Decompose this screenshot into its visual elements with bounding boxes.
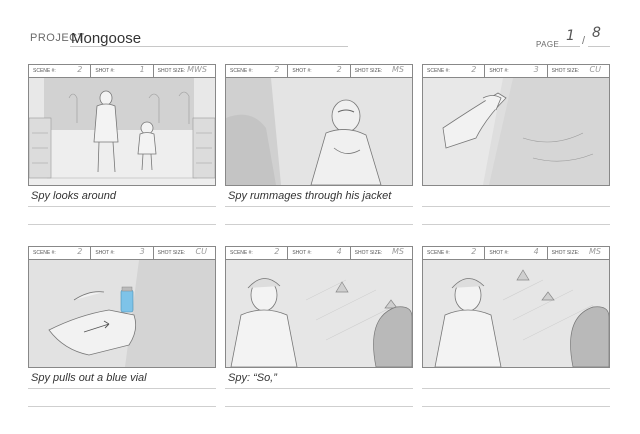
- shot-field: SHOT #: 4: [288, 247, 351, 259]
- panel-frame: SCENE #: 2 SHOT #: 3 SHOT SIZE: CU: [28, 246, 216, 368]
- page-current-underline: [558, 46, 580, 47]
- caption-line: [422, 206, 610, 207]
- shot-size-field: SHOT SIZE: MS: [354, 247, 404, 256]
- panel-frame: SCENE #: 2 SHOT #: 1 SHOT SIZE: MWS: [28, 64, 216, 186]
- panel-sketch: [29, 78, 215, 185]
- shot-size-value: CU: [589, 65, 601, 74]
- shot-size-value: MS: [589, 247, 601, 256]
- sketch-hand-in-jacket: [423, 78, 609, 185]
- panel-frame: SCENE #: 2 SHOT #: 4 SHOT SIZE: MS: [225, 246, 413, 368]
- shot-value: 4: [336, 247, 342, 256]
- caption-line: [422, 406, 610, 407]
- panel-meta-bar: SCENE #: 2 SHOT #: 1 SHOT SIZE: MWS: [29, 65, 215, 78]
- caption-line: [225, 206, 413, 207]
- panel-meta-bar: SCENE #: 2 SHOT #: 3 SHOT SIZE: CU: [29, 247, 215, 260]
- shot-field: SHOT #: 4: [485, 247, 548, 259]
- scene-value: 2: [274, 247, 280, 256]
- sketch-spy-speaking: [226, 260, 412, 367]
- scene-field: SCENE #: 2: [29, 65, 92, 77]
- storyboard-panel-6: SCENE #: 2 SHOT #: 4 SHOT SIZE: MS: [422, 246, 610, 407]
- storyboard-panel-1: SCENE #: 2 SHOT #: 1 SHOT SIZE: MWS Spy …: [28, 64, 216, 225]
- panel-sketch: [226, 78, 412, 185]
- shot-value: 3: [139, 247, 145, 256]
- panel-sketch: [423, 78, 609, 185]
- project-underline: [70, 46, 348, 47]
- scene-value: 2: [77, 65, 83, 74]
- shot-value: 2: [336, 65, 342, 74]
- shot-field: SHOT #: 1: [91, 65, 154, 77]
- project-name: Mongoose: [71, 30, 142, 47]
- shot-size-field: SHOT SIZE: MWS: [157, 65, 207, 74]
- shot-size-value: MS: [392, 247, 404, 256]
- panel-frame: SCENE #: 2 SHOT #: 3 SHOT SIZE: CU: [422, 64, 610, 186]
- panel-frame: SCENE #: 2 SHOT #: 4 SHOT SIZE: MS: [422, 246, 610, 368]
- sketch-shop-scene: [29, 78, 215, 185]
- scene-value: 2: [471, 65, 477, 74]
- caption-line: [225, 224, 413, 225]
- scene-field: SCENE #: 2: [423, 247, 486, 259]
- panel-caption: Spy pulls out a blue vial: [31, 372, 147, 384]
- shot-size-field: SHOT SIZE: CU: [157, 247, 207, 256]
- shot-value: 3: [533, 65, 539, 74]
- panel-frame: SCENE #: 2 SHOT #: 2 SHOT SIZE: MS: [225, 64, 413, 186]
- storyboard-panel-4: SCENE #: 2 SHOT #: 3 SHOT SIZE: CU Spy pull…: [28, 246, 216, 407]
- panel-sketch: [29, 260, 215, 367]
- page-current: 1: [566, 28, 575, 44]
- panel-caption: Spy: “So,”: [228, 372, 277, 384]
- scene-field: SCENE #: 2: [423, 65, 486, 77]
- scene-value: 2: [77, 247, 83, 256]
- sketch-spy-glance: [423, 260, 609, 367]
- panel-meta-bar: SCENE #: 2 SHOT #: 3 SHOT SIZE: CU: [423, 65, 609, 78]
- shot-size-field: SHOT SIZE: MS: [551, 247, 601, 256]
- caption-line: [28, 388, 216, 389]
- shot-value: 1: [139, 65, 145, 74]
- page-total: 8: [592, 25, 601, 41]
- panel-meta-bar: SCENE #: 2 SHOT #: 4 SHOT SIZE: MS: [226, 247, 412, 260]
- scene-field: SCENE #: 2: [29, 247, 92, 259]
- storyboard-panel-5: SCENE #:2 SHOT #:4 SHOT SIZE:MS Spy:: [225, 246, 413, 407]
- sketch-jacket-rummage: [226, 78, 412, 185]
- panel-meta-bar: SCENE #: 2 SHOT #: 4 SHOT SIZE: MS: [423, 247, 609, 260]
- panel-sketch: [423, 260, 609, 367]
- shot-value: 4: [533, 247, 539, 256]
- blue-vial-icon: [120, 289, 134, 313]
- caption-line: [225, 406, 413, 407]
- shot-size-value: CU: [195, 247, 207, 256]
- page-total-underline: [588, 46, 610, 47]
- storyboard-panel-2: SCENE #: 2 SHOT #: 2 SHOT SIZE: MS Spy rumm…: [225, 64, 413, 225]
- scene-field: SCENE #: 2: [226, 247, 289, 259]
- caption-line: [225, 388, 413, 389]
- caption-line: [28, 224, 216, 225]
- sketch-blue-vial: [29, 260, 215, 367]
- page-label: PAGE: [536, 40, 560, 49]
- caption-line: [422, 224, 610, 225]
- page-separator: /: [582, 35, 586, 47]
- storyboard-panel-3: SCENE #: 2 SHOT #: 3 SHOT SIZE: CU: [422, 64, 610, 225]
- panel-meta-bar: SCENE #: 2 SHOT #: 2 SHOT SIZE: MS: [226, 65, 412, 78]
- shot-size-field: SHOT SIZE: MS: [354, 65, 404, 74]
- shot-field: SHOT #: 2: [288, 65, 351, 77]
- caption-line: [28, 206, 216, 207]
- caption-line: [422, 388, 610, 389]
- panel-caption: Spy rummages through his jacket: [228, 190, 392, 202]
- scene-field: SCENE #: 2: [226, 65, 289, 77]
- caption-line: [28, 406, 216, 407]
- shot-field: SHOT #: 3: [485, 65, 548, 77]
- shot-size-value: MWS: [187, 65, 207, 74]
- scene-value: 2: [471, 247, 477, 256]
- shot-field: SHOT #: 3: [91, 247, 154, 259]
- scene-value: 2: [274, 65, 280, 74]
- panel-sketch: [226, 260, 412, 367]
- shot-size-field: SHOT SIZE: CU: [551, 65, 601, 74]
- panel-caption: Spy looks around: [31, 190, 116, 202]
- shot-size-value: MS: [392, 65, 404, 74]
